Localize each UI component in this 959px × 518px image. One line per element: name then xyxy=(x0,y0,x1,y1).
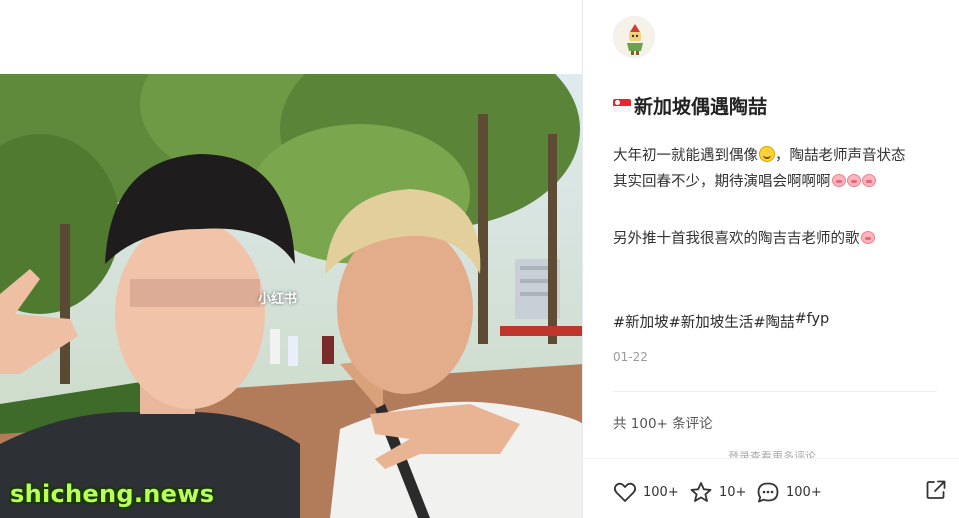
desc-text-3: 另外推十首我很喜欢的陶吉吉老师的歌 xyxy=(613,231,860,247)
comment-count-action: 100+ xyxy=(786,485,822,500)
comment-count: 共 100+ 条评论 xyxy=(613,416,713,432)
divider xyxy=(613,391,937,392)
share-button[interactable] xyxy=(925,479,947,501)
tag-link[interactable]: #新加坡生活 xyxy=(669,311,754,332)
tag-link[interactable]: #fyp xyxy=(794,311,829,332)
comment-button[interactable]: 100+ xyxy=(756,481,822,504)
heart-icon xyxy=(613,482,637,502)
post-tags: #新加坡 #新加坡生活 #陶喆 #fyp xyxy=(613,311,829,332)
tag-link[interactable]: #新加坡 xyxy=(613,311,669,332)
collect-count: 10+ xyxy=(719,485,747,500)
pig-emoji-icon xyxy=(861,174,876,187)
collect-button[interactable]: 10+ xyxy=(689,481,746,504)
desc-text-2: 其实回春不少，期待演唱会啊啊啊 xyxy=(613,174,831,190)
comment-icon xyxy=(757,482,779,503)
tag-link[interactable]: #陶喆 xyxy=(753,311,794,332)
post-detail-panel: 新加坡偶遇陶喆 大年初一就能遇到偶像 ，陶喆老师声音状态 其实回春不少，期待演唱会… xyxy=(583,0,959,518)
post-date: 01-22 xyxy=(613,350,648,364)
post-photo[interactable]: 小红书 shicheng.news xyxy=(0,74,582,518)
pig-emoji-icon xyxy=(831,174,846,187)
post-title-text: 新加坡偶遇陶喆 xyxy=(634,96,768,118)
like-button[interactable]: 100+ xyxy=(613,481,679,503)
singapore-flag-icon xyxy=(613,99,631,112)
xiaohongshu-watermark: 小红书 xyxy=(258,292,298,307)
login-to-view-comments[interactable]: 登录查看更多评论 xyxy=(728,450,816,458)
site-watermark: shicheng.news xyxy=(10,480,215,508)
post-description-extra: 另外推十首我很喜欢的陶吉吉老师的歌 xyxy=(613,226,953,252)
post-title: 新加坡偶遇陶喆 xyxy=(613,92,767,119)
like-count: 100+ xyxy=(643,484,679,500)
pig-emoji-icon xyxy=(860,231,875,244)
share-icon xyxy=(926,480,946,499)
desc-text-1a: 大年初一就能遇到偶像 xyxy=(613,148,758,164)
media-pane: 小红书 shicheng.news xyxy=(0,0,583,518)
desc-text-1b: ，陶喆老师声音状态 xyxy=(775,148,906,164)
engagement-bar: 100+ 10+ 100+ xyxy=(583,458,959,518)
smile-emoji-icon xyxy=(759,146,775,162)
pig-emoji-icon xyxy=(846,174,861,187)
star-icon xyxy=(690,482,712,502)
author-avatar[interactable] xyxy=(613,16,655,58)
avatar-image xyxy=(614,17,654,57)
post-description: 大年初一就能遇到偶像 ，陶喆老师声音状态 其实回春不少，期待演唱会啊啊啊 xyxy=(613,143,953,195)
